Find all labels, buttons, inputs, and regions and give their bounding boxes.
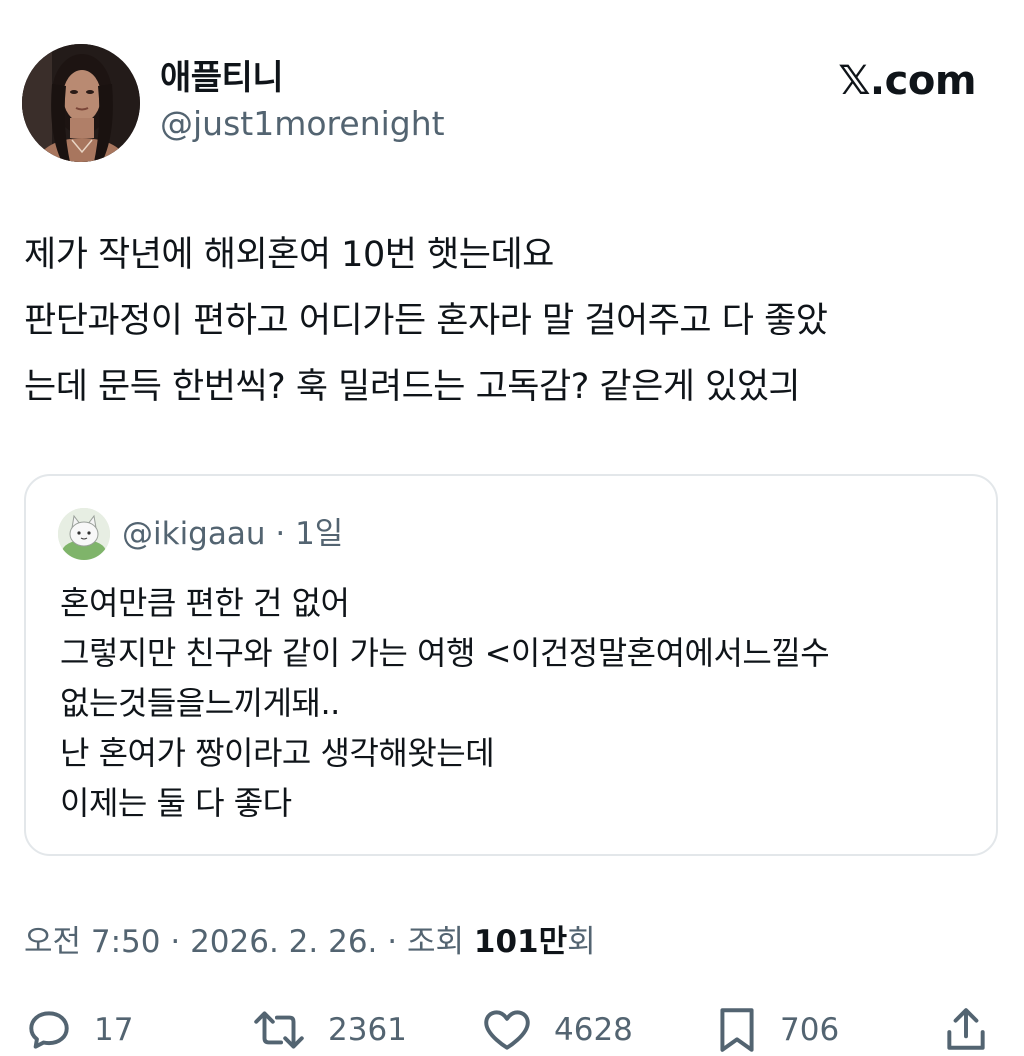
quoted-author-handle[interactable]: @ikigaau [122, 516, 266, 552]
views-label: 조회 [406, 924, 465, 960]
tweet-time[interactable]: 오전 7:50 [24, 924, 161, 960]
author-avatar-image [22, 44, 140, 162]
heart-icon [484, 1010, 530, 1050]
repost-icon [254, 1011, 304, 1049]
share-icon [947, 1008, 985, 1050]
quoted-tweet-line: 난 혼여가 짱이라고 생각해왓는데 [60, 734, 495, 772]
reply-icon [29, 1011, 69, 1049]
meta-separator: · [265, 516, 296, 552]
author-handle[interactable]: @just1morenight [160, 104, 445, 144]
tweet-line: 는데 문득 한번씩? 훅 밀려드는 고독감? 같은게 있었긔 [24, 367, 801, 407]
quoted-tweet-line: 이제는 둘 다 좋다 [60, 784, 292, 822]
repost-count: 2361 [328, 1012, 407, 1048]
tweet-action-bar: 17 2361 4628 706 [0, 1004, 1024, 1056]
quoted-tweet-line: 혼여만큼 편한 건 없어 [60, 584, 350, 622]
bookmark-button[interactable]: 706 [714, 1004, 839, 1056]
quoted-tweet-line: 없는것들을느끼게돼.. [60, 684, 340, 722]
views-count: 101만 [473, 924, 568, 960]
quoted-author-avatar[interactable] [58, 508, 110, 560]
quoted-tweet-time[interactable]: 1일 [295, 516, 343, 552]
tweet-line: 제가 작년에 해외혼여 10번 햇는데요 [24, 235, 554, 275]
meta-separator: · [377, 924, 407, 960]
reply-count: 17 [94, 1012, 134, 1048]
share-button[interactable] [942, 1004, 990, 1056]
views-suffix: 회 [567, 924, 596, 960]
quoted-tweet-line: 그렇지만 친구와 같이 가는 여행 <이건정말혼여에서느낄수 [60, 634, 830, 672]
tweet-line: 판단과정이 편하고 어디가든 혼자라 말 걸어주고 다 좋았 [24, 301, 828, 341]
repost-button[interactable]: 2361 [250, 1004, 407, 1056]
reply-button[interactable]: 17 [24, 1004, 133, 1056]
like-count: 4628 [554, 1012, 633, 1048]
quoted-author-avatar-image [58, 508, 110, 560]
quoted-tweet-text: 혼여만큼 편한 건 없어 그렇지만 친구와 같이 가는 여행 <이건정말혼여에서… [60, 578, 980, 828]
bookmark-icon [720, 1008, 754, 1052]
quoted-tweet-card[interactable]: @ikigaau · 1일 혼여만큼 편한 건 없어 그렇지만 친구와 같이 가… [24, 474, 998, 856]
meta-separator: · [160, 924, 191, 960]
like-button[interactable]: 4628 [480, 1004, 633, 1056]
tweet-meta-row: 오전 7:50 · 2026. 2. 26. · 조회 101만회 [24, 920, 596, 964]
author-display-name[interactable]: 애플티니 [160, 58, 284, 98]
tweet-date[interactable]: 2026. 2. 26. [190, 924, 377, 960]
tweet-text: 제가 작년에 해외혼여 10번 햇는데요 판단과정이 편하고 어디가든 혼자라 … [24, 222, 1004, 420]
brand-logo: 𝕏.com [838, 58, 976, 104]
quoted-tweet-meta: @ikigaau · 1일 [122, 514, 343, 554]
author-avatar[interactable] [22, 44, 140, 162]
bookmark-count: 706 [780, 1012, 840, 1048]
